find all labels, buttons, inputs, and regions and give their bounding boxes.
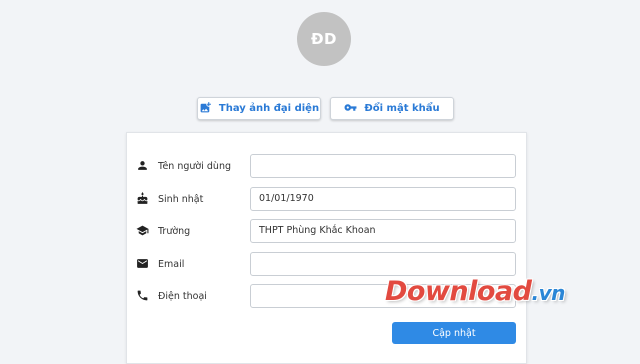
form-row-birthday: Sinh nhật 01/01/1970 [127,187,526,211]
key-icon [344,101,357,117]
profile-form-card: Tên người dùng Sinh nhật 01/01/1970 Trườ… [126,132,527,364]
change-avatar-button[interactable]: Thay ảnh đại diện [197,97,321,120]
school-label: Trường [158,225,191,237]
change-password-label: Đổi mật khẩu [364,103,440,114]
email-input[interactable] [250,252,516,276]
watermark-logo: Download.vn [385,276,565,307]
form-row-school: Trường THPT Phùng Khắc Khoan [127,219,526,243]
watermark-suffix: .vn [531,281,565,305]
cake-icon [136,192,149,205]
phone-icon [136,289,149,302]
school-input[interactable]: THPT Phùng Khắc Khoan [250,219,516,243]
username-input[interactable] [250,154,516,178]
watermark-text: Download [385,276,532,307]
avatar[interactable]: ĐD [297,12,351,66]
username-label: Tên người dùng [158,160,231,172]
birthday-input[interactable]: 01/01/1970 [250,187,516,211]
mail-icon [136,257,149,270]
form-row-email: Email [127,252,526,276]
add-photo-icon [199,101,212,117]
update-button[interactable]: Cập nhật [392,322,516,344]
form-row-username: Tên người dùng [127,154,526,178]
phone-label: Điện thoại [158,290,207,302]
person-icon [136,159,149,172]
birthday-label: Sinh nhật [158,193,204,205]
email-label: Email [158,258,185,270]
change-avatar-label: Thay ảnh đại diện [218,103,320,114]
change-password-button[interactable]: Đổi mật khẩu [330,97,454,120]
school-icon [136,224,149,237]
